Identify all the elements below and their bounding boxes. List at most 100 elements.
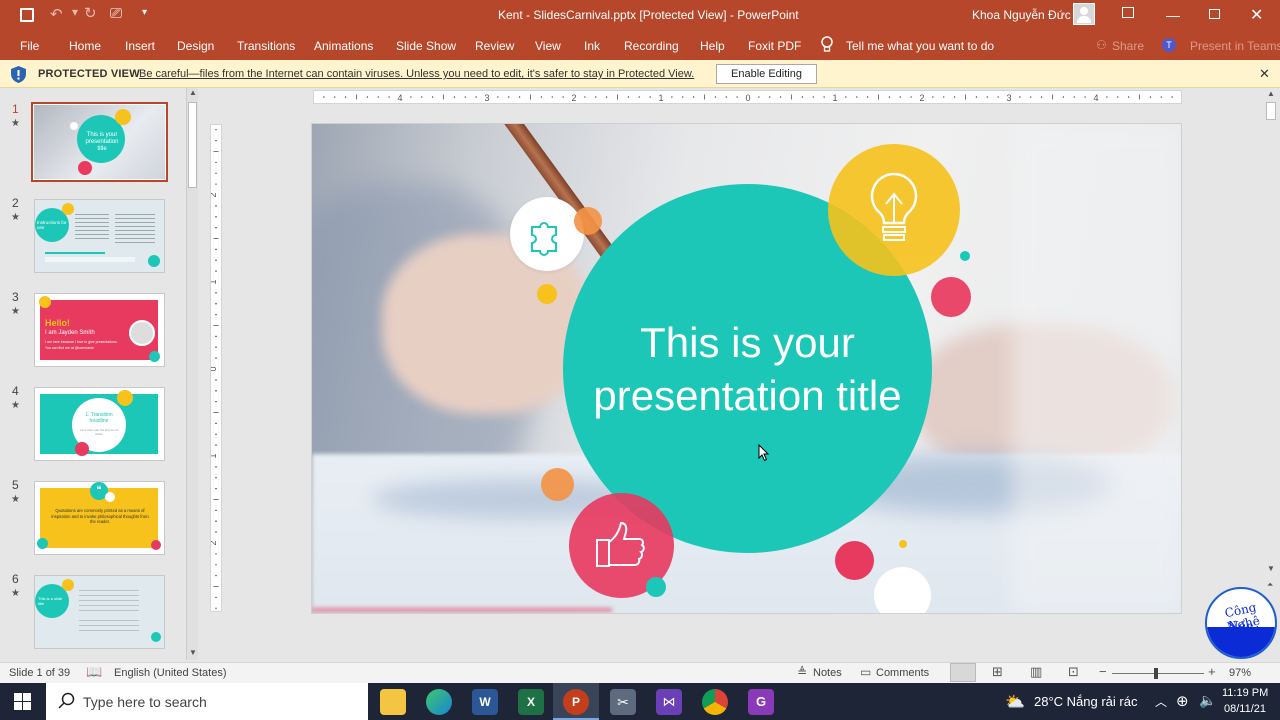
person-icon [1077,7,1091,23]
pdf-app-icon[interactable]: G [748,689,774,715]
powerpoint-taskbar-active[interactable]: P [553,683,599,720]
snipping-tool-icon[interactable]: ✂ [610,689,636,715]
tab-view[interactable]: View [535,39,561,53]
scroll-down-icon[interactable]: ▼ [189,648,197,657]
animation-star-icon: ★ [11,306,20,317]
visual-studio-icon[interactable]: ⋈ [656,689,682,715]
tab-transitions[interactable]: Transitions [237,39,295,53]
network-globe-icon[interactable]: ⊕ [1176,692,1189,710]
thumbnail-slide-3[interactable]: Hello! I am Jayden Smith I am here becau… [34,293,165,367]
notes-icon[interactable]: ≜ [797,665,807,679]
user-avatar[interactable] [1073,3,1095,25]
zoom-slider-thumb[interactable] [1154,668,1158,679]
normal-view-icon[interactable] [950,663,976,682]
thumbnail-text: I am here because I love to give present… [45,340,118,344]
undo-icon[interactable]: ↶ [50,5,63,23]
thumbnail-subtitle: Let's start with the first set of slides [80,428,118,436]
tab-help[interactable]: Help [700,39,725,53]
edge-icon[interactable] [426,689,452,715]
thumbnail-slide-6[interactable]: This is a slide title [34,575,165,649]
tab-animations[interactable]: Animations [314,39,373,53]
scroll-up-icon[interactable]: ▲ [1267,89,1275,98]
scroll-down-icon[interactable]: ▼ [1267,564,1275,573]
zoom-level[interactable]: 97% [1229,667,1251,679]
share-button[interactable]: Share [1112,39,1144,53]
slide-title[interactable]: This is your presentation title [563,316,932,422]
customize-toolbar-icon[interactable]: ▾ [142,7,147,18]
language-indicator[interactable]: English (United States) [114,667,227,679]
save-icon[interactable] [20,8,34,22]
tab-file[interactable]: File [20,39,39,53]
clock-date[interactable]: 08/11/21 [1224,703,1266,715]
tab-recording[interactable]: Recording [624,39,679,53]
comments-icon[interactable]: ▭ [860,665,871,679]
editor-scroll-thumb[interactable] [1266,102,1276,120]
zoom-in-button[interactable]: + [1208,664,1216,679]
tab-design[interactable]: Design [177,39,214,53]
thumbnail-slide-4[interactable]: 1. Transition headline Let's start with … [34,387,165,461]
protected-view-bar: PROTECTED VIEW Be careful—files from the… [0,60,1280,88]
slideshow-from-start-icon[interactable]: ⎚ [110,5,122,22]
mouse-cursor-icon [758,444,770,462]
word-icon[interactable]: W [472,689,498,715]
show-hidden-icons-icon[interactable]: ︿ [1155,693,1167,710]
close-window-icon[interactable]: ✕ [1250,5,1263,25]
logo-text-line-2: Nền [1228,619,1254,633]
slide-sorter-icon[interactable]: ⊞ [992,664,1003,680]
clock-time[interactable]: 11:19 PM [1222,687,1268,699]
taskbar-search-placeholder: Type here to search [83,694,207,710]
thumbnail-scroll-thumb[interactable] [188,102,197,188]
search-icon [58,692,76,710]
zoom-slider[interactable] [1112,668,1204,679]
taskbar-search-box[interactable]: Type here to search [46,683,368,720]
puzzle-circle [510,197,584,271]
tab-home[interactable]: Home [69,39,101,53]
weather-icon[interactable]: ⛅ [1005,692,1025,712]
redo-icon[interactable]: ▾ [72,5,78,19]
thumbnail-scrollbar[interactable]: ▲ ▼ [186,88,198,660]
weather-text[interactable]: 28°C Nắng rải rác [1034,694,1137,709]
status-bar: Slide 1 of 39 📖 English (United States) … [0,662,1280,683]
comments-button[interactable]: Comments [876,667,929,679]
thumbnail-slide-1[interactable]: This is your presentation title [31,102,168,182]
slide-show-icon[interactable]: ⊡ [1068,664,1079,680]
horizontal-ruler: 4 3 2 1 0 1 2 3 4 [313,90,1182,104]
excel-icon[interactable]: X [518,689,544,715]
present-in-teams-button[interactable]: Present in Teams [1190,39,1280,53]
close-bar-icon[interactable]: ✕ [1259,66,1270,82]
repeat-icon[interactable]: ↻ [84,4,97,22]
minimize-icon[interactable]: — [1166,7,1180,23]
tab-insert[interactable]: Insert [125,39,155,53]
tab-ink[interactable]: Ink [584,39,600,53]
chrome-icon[interactable] [702,689,728,715]
tab-slide-show[interactable]: Slide Show [396,39,456,53]
teams-icon[interactable]: T [1162,38,1176,52]
tab-review[interactable]: Review [475,39,514,53]
thumbnail-slide-5[interactable]: ❝ Quotations are commonly printed as a m… [34,481,165,555]
user-name[interactable]: Khoa Nguyễn Đức [972,8,1071,22]
tab-foxit-pdf[interactable]: Foxit PDF [748,39,801,53]
pink-dot [931,277,971,317]
ribbon-display-options-icon[interactable] [1122,7,1134,18]
file-explorer-icon[interactable] [380,689,406,715]
spelling-check-icon[interactable]: 📖 [86,664,102,680]
thumbnail-number: 4 [12,384,19,398]
enable-editing-button[interactable]: Enable Editing [716,64,817,84]
slide-canvas[interactable]: This is your presentation title [311,123,1182,614]
share-person-icon[interactable]: ⚇ [1096,38,1107,52]
previous-slide-icon[interactable]: ⏶ [1267,580,1273,590]
protected-view-message[interactable]: Be careful—files from the Internet can c… [139,68,694,80]
slide-title-line-1: This is your [640,319,855,366]
editor-scrollbar[interactable]: ▲ ▼ ⏶ [1264,88,1278,608]
thumbnail-text: You can find me at @username [45,346,94,350]
notes-button[interactable]: Notes [813,667,842,679]
maximize-icon[interactable] [1209,9,1220,19]
scroll-up-icon[interactable]: ▲ [189,88,197,97]
tell-me-search[interactable]: Tell me what you want to do [846,39,994,53]
reading-view-icon[interactable]: ▥ [1030,664,1042,680]
ribbon-tabs: File Home Insert Design Transitions Anim… [0,31,1280,60]
windows-start-icon[interactable] [14,693,31,710]
zoom-out-button[interactable]: − [1099,664,1107,679]
thumbnail-slide-2[interactable]: Instructions for use [34,199,165,273]
volume-icon[interactable]: 🔈 [1199,692,1216,709]
